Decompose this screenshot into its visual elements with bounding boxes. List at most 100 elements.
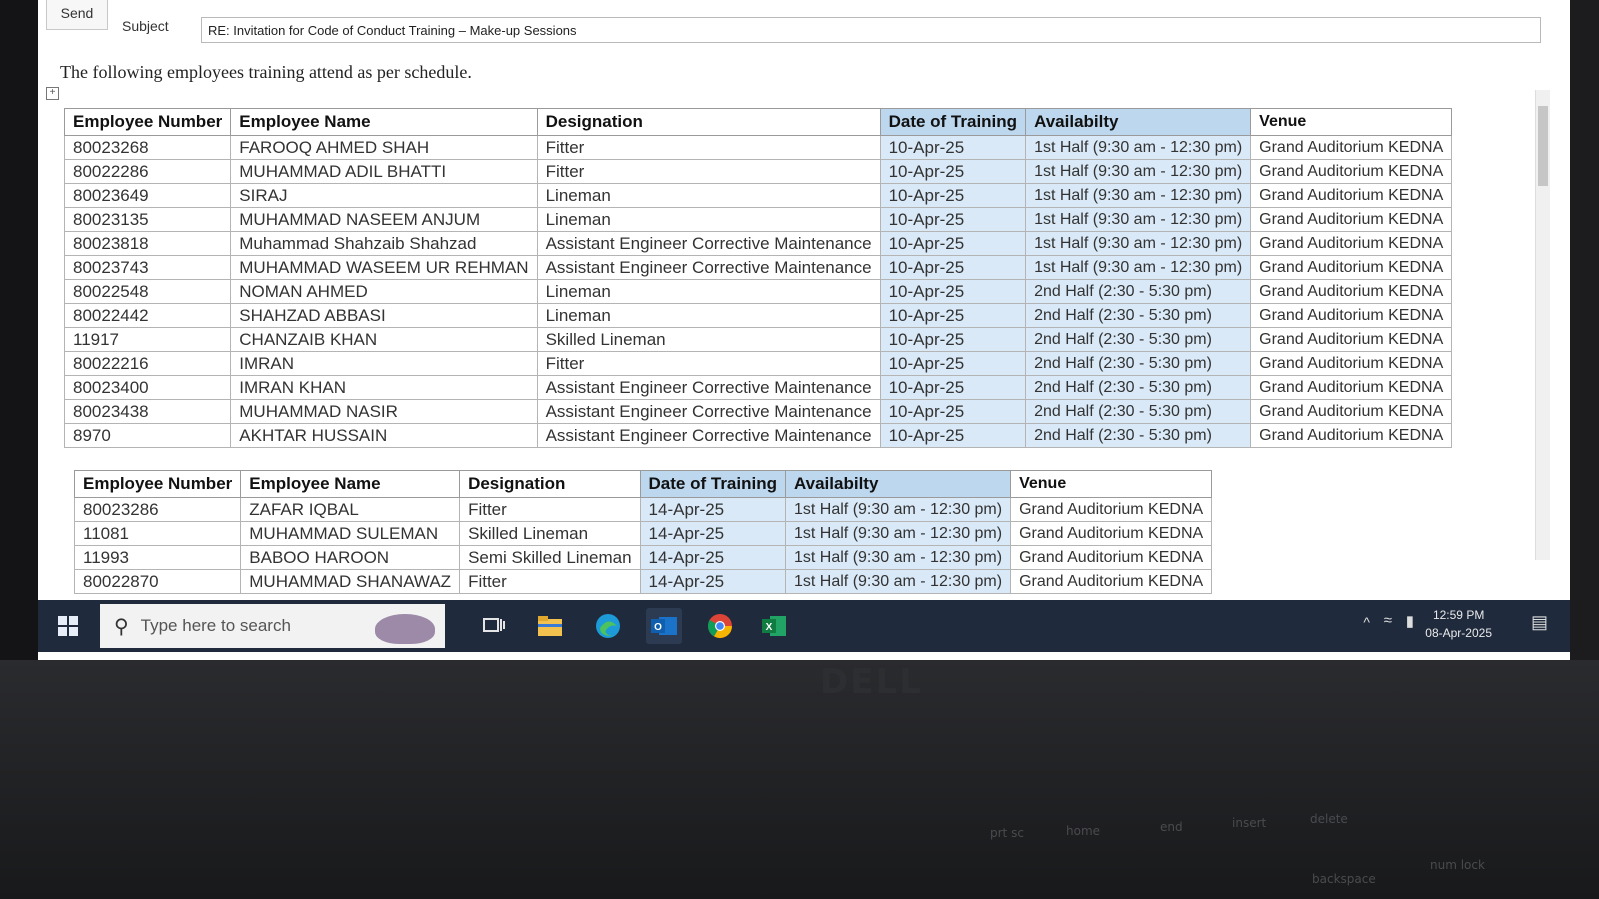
cell-venue[interactable]: Grand Auditorium KEDNA <box>1250 207 1453 232</box>
cell-venue[interactable]: Grand Auditorium KEDNA <box>1250 183 1453 208</box>
outlook-icon[interactable]: O <box>646 608 682 644</box>
cell-venue[interactable]: Grand Auditorium KEDNA <box>1250 303 1453 328</box>
cell-availability[interactable]: 2nd Half (2:30 - 5:30 pm) <box>1025 375 1252 400</box>
cell-availability[interactable]: 1st Half (9:30 am - 12:30 pm) <box>1025 207 1252 232</box>
cell-designation[interactable]: Lineman <box>536 207 881 232</box>
cell-availability[interactable]: 2nd Half (2:30 - 5:30 pm) <box>1025 303 1252 328</box>
cell-venue[interactable]: Grand Auditorium KEDNA <box>1250 279 1453 304</box>
cell-designation[interactable]: Lineman <box>536 303 881 328</box>
cell-availability[interactable]: 1st Half (9:30 am - 12:30 pm) <box>784 569 1012 594</box>
cell-employee-name[interactable]: Muhammad Shahzaib Shahzad <box>230 231 538 256</box>
cell-date[interactable]: 10-Apr-25 <box>879 423 1027 448</box>
cell-designation[interactable]: Fitter <box>536 351 881 376</box>
cell-designation[interactable]: Assistant Engineer Corrective Maintenanc… <box>536 423 881 448</box>
wifi-icon[interactable]: ≈ <box>1384 612 1392 629</box>
cell-venue[interactable]: Grand Auditorium KEDNA <box>1010 497 1213 522</box>
cell-designation[interactable]: Semi Skilled Lineman <box>459 545 641 570</box>
cell-availability[interactable]: 1st Half (9:30 am - 12:30 pm) <box>1025 183 1252 208</box>
cell-designation[interactable]: Skilled Lineman <box>536 327 881 352</box>
cell-employee-number[interactable]: 80023818 <box>63 231 232 256</box>
cell-employee-number[interactable]: 80022286 <box>63 159 232 184</box>
cell-availability[interactable]: 2nd Half (2:30 - 5:30 pm) <box>1025 399 1252 424</box>
cell-venue[interactable]: Grand Auditorium KEDNA <box>1250 135 1453 160</box>
cell-employee-number[interactable]: 11081 <box>73 521 242 546</box>
cell-date[interactable]: 10-Apr-25 <box>879 207 1027 232</box>
chrome-icon[interactable] <box>702 608 738 644</box>
taskbar-search-box[interactable]: ⚲ Type here to search <box>100 604 445 648</box>
cell-employee-name[interactable]: FAROOQ AHMED SHAH <box>230 135 538 160</box>
cell-availability[interactable]: 2nd Half (2:30 - 5:30 pm) <box>1025 279 1252 304</box>
cell-date[interactable]: 10-Apr-25 <box>879 375 1027 400</box>
cell-employee-number[interactable]: 80023438 <box>63 399 232 424</box>
cell-employee-name[interactable]: MUHAMMAD ADIL BHATTI <box>230 159 538 184</box>
cell-employee-name[interactable]: IMRAN KHAN <box>230 375 538 400</box>
cell-employee-number[interactable]: 80023268 <box>63 135 232 160</box>
scrollbar-thumb[interactable] <box>1538 106 1548 186</box>
cell-employee-name[interactable]: SHAHZAD ABBASI <box>230 303 538 328</box>
edge-icon[interactable] <box>590 608 626 644</box>
cell-availability[interactable]: 2nd Half (2:30 - 5:30 pm) <box>1025 327 1252 352</box>
cell-venue[interactable]: Grand Auditorium KEDNA <box>1250 159 1453 184</box>
cell-availability[interactable]: 2nd Half (2:30 - 5:30 pm) <box>1025 423 1252 448</box>
cell-date[interactable]: 14-Apr-25 <box>639 521 787 546</box>
file-explorer-icon[interactable] <box>532 608 568 644</box>
cell-availability[interactable]: 1st Half (9:30 am - 12:30 pm) <box>784 521 1012 546</box>
cell-employee-number[interactable]: 11917 <box>63 327 232 352</box>
cell-designation[interactable]: Fitter <box>536 135 881 160</box>
cell-date[interactable]: 10-Apr-25 <box>879 231 1027 256</box>
cell-employee-number[interactable]: 80022870 <box>73 569 242 594</box>
cell-employee-name[interactable]: MUHAMMAD SULEMAN <box>240 521 461 546</box>
cell-venue[interactable]: Grand Auditorium KEDNA <box>1010 545 1213 570</box>
chevron-up-icon[interactable]: ^ <box>1363 614 1370 630</box>
cell-employee-number[interactable]: 80022216 <box>63 351 232 376</box>
table-move-handle[interactable]: + <box>46 87 59 100</box>
cell-employee-name[interactable]: ZAFAR IQBAL <box>240 497 461 522</box>
cell-availability[interactable]: 2nd Half (2:30 - 5:30 pm) <box>1025 351 1252 376</box>
cell-employee-name[interactable]: NOMAN AHMED <box>230 279 538 304</box>
cell-employee-number[interactable]: 80022442 <box>63 303 232 328</box>
cell-employee-name[interactable]: CHANZAIB KHAN <box>230 327 538 352</box>
cell-employee-name[interactable]: MUHAMMAD NASEEM ANJUM <box>230 207 538 232</box>
cell-availability[interactable]: 1st Half (9:30 am - 12:30 pm) <box>784 497 1012 522</box>
cell-employee-number[interactable]: 80023649 <box>63 183 232 208</box>
cell-employee-name[interactable]: MUHAMMAD SHANAWAZ <box>240 569 461 594</box>
cell-date[interactable]: 10-Apr-25 <box>879 183 1027 208</box>
cell-employee-number[interactable]: 80023286 <box>73 497 242 522</box>
cell-date[interactable]: 10-Apr-25 <box>879 135 1027 160</box>
cell-date[interactable]: 10-Apr-25 <box>879 399 1027 424</box>
cell-designation[interactable]: Skilled Lineman <box>459 521 641 546</box>
send-button[interactable]: Send <box>46 0 108 30</box>
cell-date[interactable]: 14-Apr-25 <box>639 545 787 570</box>
cell-date[interactable]: 10-Apr-25 <box>879 327 1027 352</box>
cell-date[interactable]: 10-Apr-25 <box>879 303 1027 328</box>
cell-designation[interactable]: Fitter <box>459 569 641 594</box>
notification-icon[interactable]: ▤ <box>1531 612 1548 633</box>
cell-availability[interactable]: 1st Half (9:30 am - 12:30 pm) <box>1025 231 1252 256</box>
cell-date[interactable]: 14-Apr-25 <box>639 497 787 522</box>
cell-designation[interactable]: Lineman <box>536 279 881 304</box>
cell-employee-number[interactable]: 8970 <box>63 423 232 448</box>
battery-icon[interactable]: ▮ <box>1406 612 1414 630</box>
cell-designation[interactable]: Assistant Engineer Corrective Maintenanc… <box>536 399 881 424</box>
cell-employee-name[interactable]: AKHTAR HUSSAIN <box>230 423 538 448</box>
cell-venue[interactable]: Grand Auditorium KEDNA <box>1010 521 1213 546</box>
cell-venue[interactable]: Grand Auditorium KEDNA <box>1250 351 1453 376</box>
cell-employee-number[interactable]: 80023743 <box>63 255 232 280</box>
cell-venue[interactable]: Grand Auditorium KEDNA <box>1250 327 1453 352</box>
cell-designation[interactable]: Fitter <box>536 159 881 184</box>
cell-venue[interactable]: Grand Auditorium KEDNA <box>1250 255 1453 280</box>
cell-venue[interactable]: Grand Auditorium KEDNA <box>1250 423 1453 448</box>
excel-icon[interactable]: X <box>756 608 792 644</box>
cell-date[interactable]: 10-Apr-25 <box>879 255 1027 280</box>
cell-date[interactable]: 10-Apr-25 <box>879 351 1027 376</box>
cell-employee-number[interactable]: 11993 <box>73 545 242 570</box>
cell-designation[interactable]: Assistant Engineer Corrective Maintenanc… <box>536 255 881 280</box>
cell-venue[interactable]: Grand Auditorium KEDNA <box>1250 375 1453 400</box>
subject-field[interactable]: RE: Invitation for Code of Conduct Train… <box>201 17 1541 43</box>
cell-availability[interactable]: 1st Half (9:30 am - 12:30 pm) <box>1025 135 1252 160</box>
cell-designation[interactable]: Lineman <box>536 183 881 208</box>
cell-employee-number[interactable]: 80023400 <box>63 375 232 400</box>
cell-designation[interactable]: Assistant Engineer Corrective Maintenanc… <box>536 231 881 256</box>
cell-date[interactable]: 10-Apr-25 <box>879 279 1027 304</box>
cell-employee-number[interactable]: 80022548 <box>63 279 232 304</box>
